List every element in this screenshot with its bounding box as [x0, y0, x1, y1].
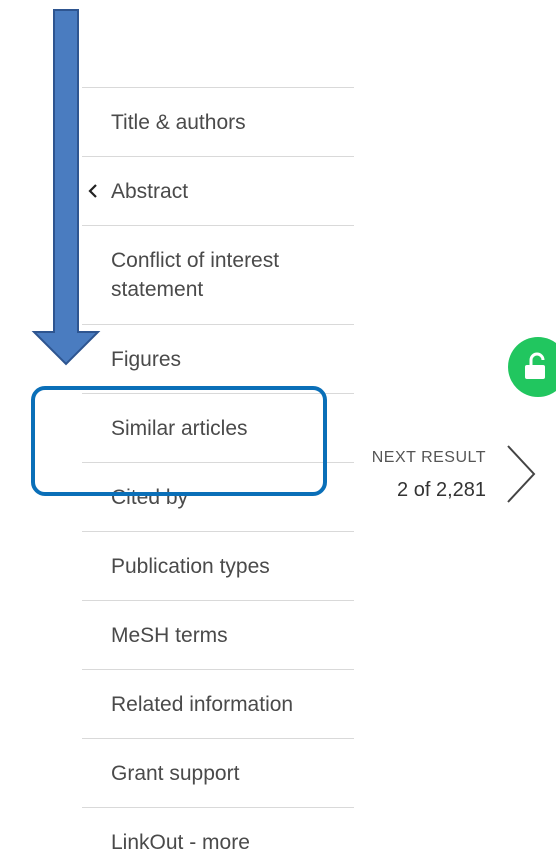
nav-item-title-authors[interactable]: Title & authors: [82, 87, 354, 156]
nav-item-label: Similar articles: [111, 416, 248, 440]
unlock-icon: [525, 352, 545, 379]
next-result-label: NEXT RESULT: [371, 449, 486, 466]
nav-item-label: Title & authors: [111, 110, 246, 134]
nav-item-label: Conflict of interest statement: [111, 249, 280, 301]
nav-item-related-information[interactable]: Related information: [82, 669, 354, 738]
nav-item-cited-by[interactable]: Cited by: [82, 462, 354, 531]
chevron-left-icon: [88, 184, 97, 198]
nav-item-conflict-of-interest[interactable]: Conflict of interest statement: [82, 225, 354, 324]
nav-item-abstract[interactable]: Abstract: [82, 156, 354, 225]
nav-item-figures[interactable]: Figures: [82, 324, 354, 393]
article-section-nav: Title & authors Abstract Conflict of int…: [82, 87, 354, 853]
page: Title & authors Abstract Conflict of int…: [0, 0, 556, 853]
nav-item-label: Abstract: [111, 179, 189, 203]
nav-item-label: Related information: [111, 692, 294, 716]
result-position: 2 of 2,281: [397, 479, 486, 501]
nav-item-label: Figures: [111, 347, 182, 371]
next-result-button[interactable]: NEXT RESULT 2 of 2,281: [356, 443, 546, 513]
nav-item-label: Grant support: [111, 761, 240, 785]
nav-item-mesh-terms[interactable]: MeSH terms: [82, 600, 354, 669]
nav-item-label: MeSH terms: [111, 623, 228, 647]
nav-item-label: Cited by: [111, 485, 189, 509]
nav-item-linkout[interactable]: LinkOut - more: [82, 807, 354, 853]
nav-item-publication-types[interactable]: Publication types: [82, 531, 354, 600]
chevron-right-icon: [507, 445, 536, 503]
nav-item-label: Publication types: [111, 554, 270, 578]
nav-item-similar-articles[interactable]: Similar articles: [82, 393, 354, 462]
nav-item-label: LinkOut - more: [111, 830, 250, 853]
open-access-button[interactable]: [508, 337, 556, 397]
nav-item-grant-support[interactable]: Grant support: [82, 738, 354, 807]
